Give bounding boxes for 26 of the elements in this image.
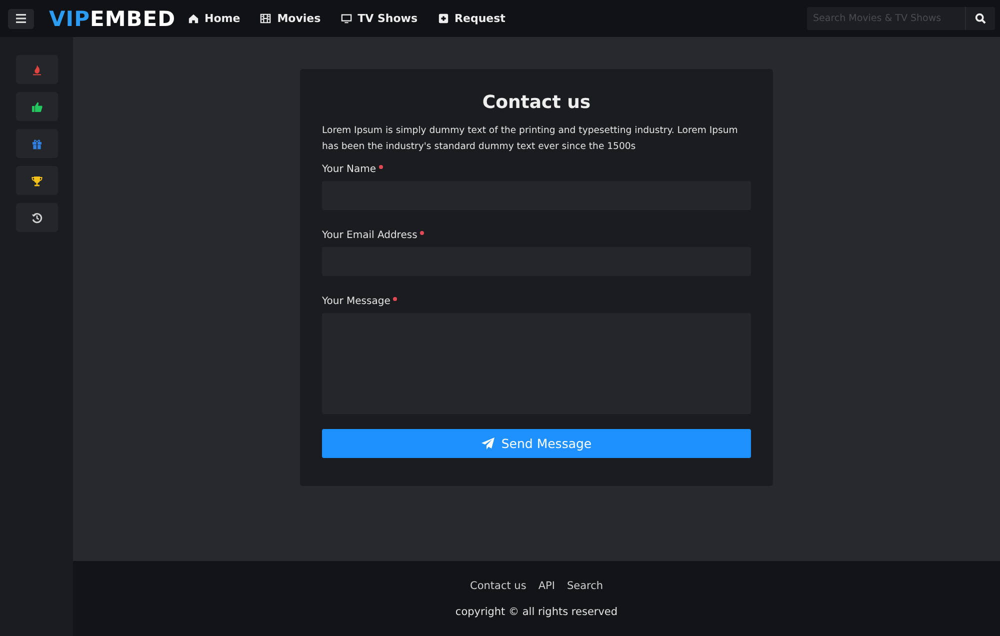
monitor-icon: [340, 13, 352, 24]
sidebar-button[interactable]: [16, 203, 58, 232]
field-label: Your Email Address: [322, 230, 418, 241]
search-icon: [975, 13, 986, 24]
field-label: Your Name: [322, 164, 376, 175]
sidebar-button[interactable]: [16, 166, 58, 195]
plus-square-icon: [438, 13, 449, 24]
copyright-text: copyright © all rights reserved: [455, 606, 618, 618]
paper-plane-icon: [481, 437, 496, 450]
intro-text: Lorem Ipsum is simply dummy text of the printing and typesetting industry. Lorem Ipsum has been the industry's standard dummy text ever since the 1500s: [322, 124, 739, 154]
search-button[interactable]: [965, 7, 995, 30]
field-label: Your Message: [322, 296, 390, 307]
page-title: Contact us: [481, 92, 592, 113]
menu-icon: [16, 14, 26, 23]
house-icon: [188, 13, 198, 24]
nav-link[interactable]: Home: [188, 12, 240, 25]
footer-link[interactable]: Search: [566, 580, 604, 592]
nav-link[interactable]: Request: [438, 12, 506, 25]
site-logo[interactable]: VIPEMBED: [49, 6, 176, 30]
sidebar-button[interactable]: [16, 92, 58, 121]
footer-link[interactable]: API: [538, 580, 555, 592]
nav-link[interactable]: TV Shows: [340, 12, 418, 25]
film-icon: [260, 13, 272, 24]
menu-button[interactable]: [8, 8, 34, 28]
nav-link[interactable]: Movies: [260, 12, 321, 25]
footer-link[interactable]: Contact us: [470, 580, 526, 592]
